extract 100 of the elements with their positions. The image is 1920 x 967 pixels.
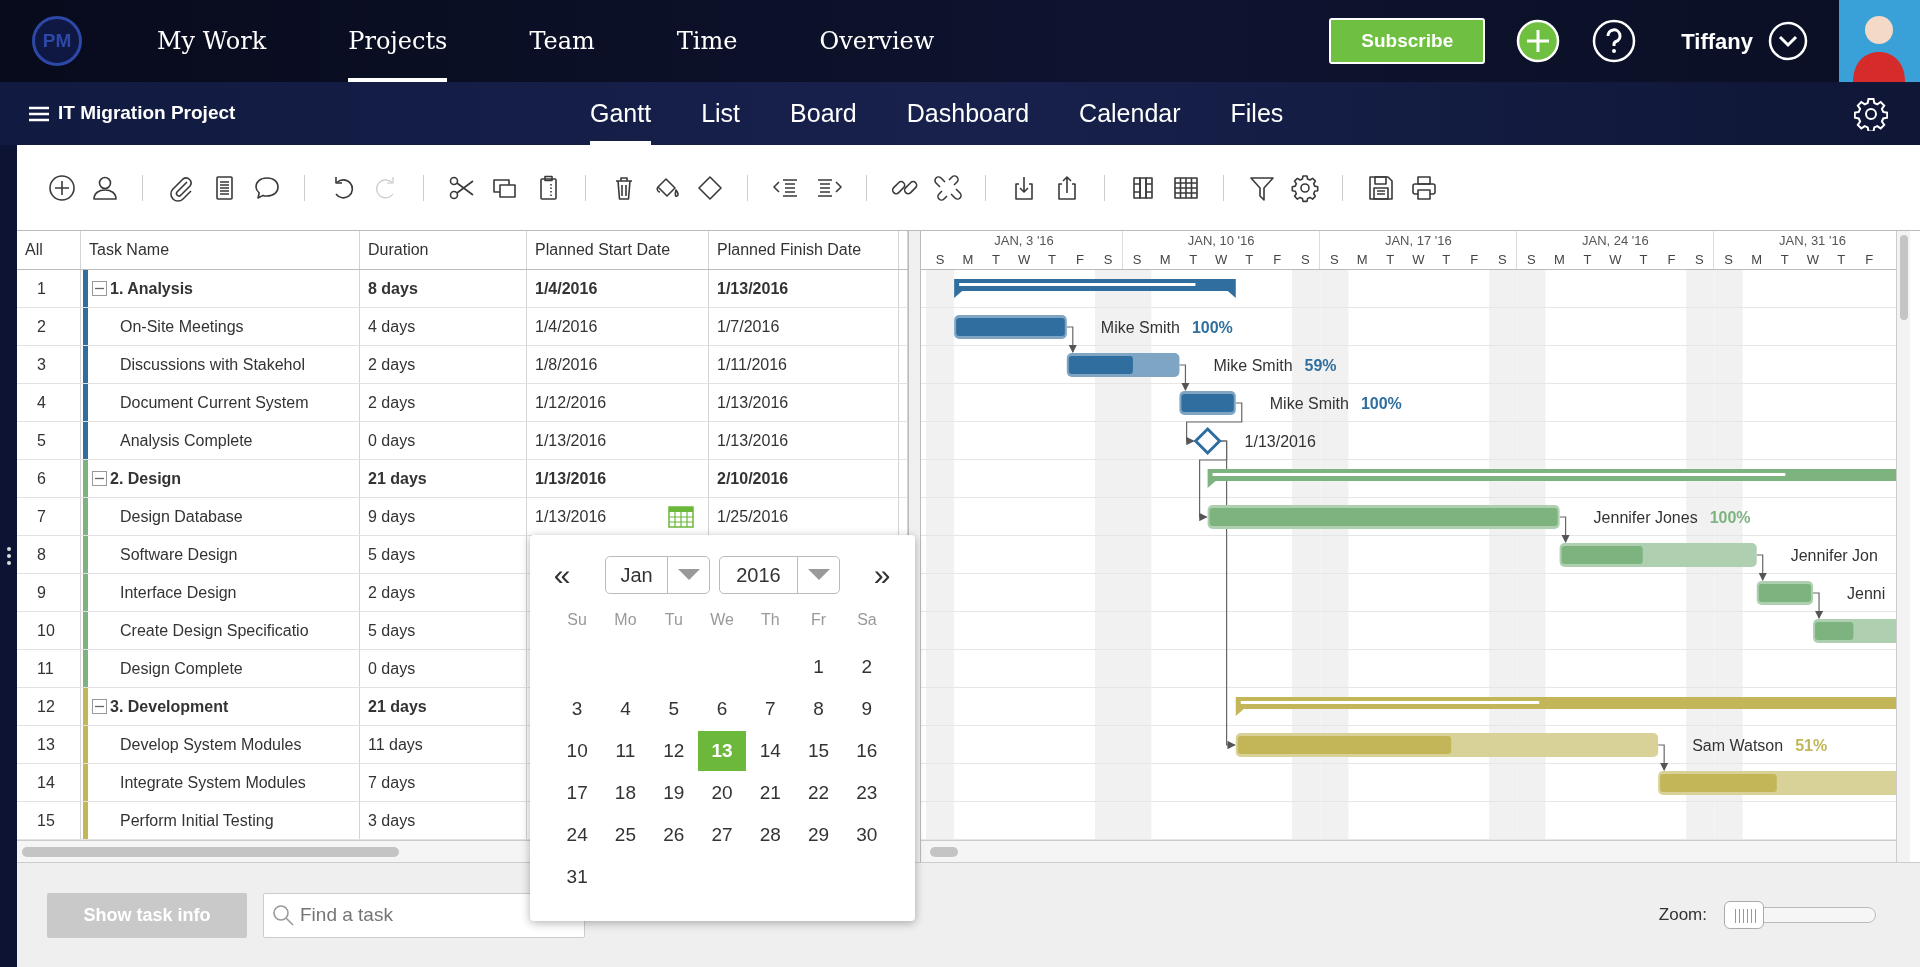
calendar-day[interactable]: 15 (794, 731, 843, 771)
calendar-day[interactable]: 19 (649, 773, 698, 813)
year-select[interactable]: 2016 (719, 556, 840, 594)
row-number: 14 (17, 764, 81, 801)
unlink-icon[interactable] (932, 172, 963, 203)
user-name[interactable]: Tiffany (1681, 24, 1753, 58)
day-letter: F (1666, 251, 1677, 269)
connector-arrow (1657, 744, 1669, 772)
calendar-day[interactable]: 23 (842, 773, 891, 813)
caret-icon (807, 569, 830, 581)
scrollbar-thumb[interactable] (1899, 235, 1908, 320)
calendar-day[interactable]: 12 (649, 731, 698, 771)
previous-month-button[interactable]: « (547, 558, 577, 592)
calendar-day[interactable]: 7 (746, 689, 795, 729)
calendar-day[interactable]: 17 (553, 773, 602, 813)
finish-date-cell-text: 1/13/2016 (717, 278, 789, 299)
calendar-day[interactable]: 25 (601, 815, 650, 855)
resource-name: Sam Watson (1692, 737, 1784, 754)
drag-handle-icon[interactable] (6, 546, 11, 566)
calendar-day[interactable]: 2 (842, 647, 891, 687)
view-tab[interactable]: List (701, 82, 741, 145)
column-header[interactable]: All (17, 231, 81, 269)
day-letter: S (934, 251, 946, 269)
connector-arrow (1756, 554, 1767, 582)
view-tab[interactable]: Board (790, 82, 857, 145)
nav-link[interactable]: My Work (157, 0, 267, 82)
calendar-day[interactable]: 11 (601, 731, 650, 771)
view-tab[interactable]: Dashboard (906, 82, 1030, 145)
calendar-day[interactable]: 20 (697, 773, 747, 813)
column-header[interactable]: Planned Start Date (527, 231, 709, 269)
weekday-label: We (709, 610, 735, 630)
day-letter: F (1864, 251, 1875, 269)
finish-date-cell-text: 1/7/2016 (717, 316, 780, 337)
nav-link[interactable]: Time (676, 0, 738, 82)
settings-icon[interactable] (1854, 96, 1888, 131)
menu-icon[interactable] (29, 105, 49, 122)
row-number: 10 (17, 612, 81, 649)
calendar-day[interactable]: 27 (697, 815, 747, 855)
nav-link[interactable]: Team (529, 0, 595, 82)
calendar-day[interactable]: 16 (842, 731, 891, 771)
column-header[interactable]: Task Name (81, 231, 360, 269)
calendar-day[interactable]: 5 (649, 689, 698, 729)
connector-arrow (1178, 364, 1190, 392)
nav-link[interactable]: Projects (348, 0, 448, 82)
start-date-cell-text: 1/4/2016 (535, 278, 598, 299)
view-tab[interactable]: Calendar (1079, 82, 1181, 145)
column-header[interactable]: Duration (360, 231, 527, 269)
add-icon[interactable] (1516, 19, 1561, 63)
zoom-slider[interactable] (1724, 901, 1876, 929)
calendar-day[interactable]: 9 (842, 689, 891, 729)
calendar-day[interactable]: 29 (794, 815, 843, 855)
next-month-button[interactable]: » (867, 558, 897, 592)
calendar-day[interactable]: 8 (794, 689, 843, 729)
day-letter: S (1497, 251, 1508, 269)
scrollbar-thumb[interactable] (22, 846, 399, 857)
calendar-day[interactable]: 30 (842, 815, 891, 855)
month-select[interactable]: Jan (605, 556, 710, 594)
calendar-day[interactable]: 26 (649, 815, 698, 855)
calendar-day[interactable]: 22 (794, 773, 843, 813)
calendar-day[interactable]: 6 (697, 689, 747, 729)
calendar-day[interactable]: 21 (746, 773, 795, 813)
chevron-down-icon[interactable] (1768, 21, 1808, 61)
row-number: 13 (17, 726, 81, 763)
collapse-icon[interactable] (92, 699, 107, 714)
row-number: 1 (17, 270, 81, 307)
calendar-day[interactable]: 3 (553, 689, 602, 729)
weekday-label: Fr (810, 610, 828, 630)
day-letter: T (1188, 251, 1199, 269)
day-letter: M (1750, 251, 1764, 269)
calendar-day[interactable]: 4 (601, 689, 650, 729)
resource-name: Mike Smith (1213, 357, 1293, 374)
calendar-day[interactable]: 10 (553, 731, 602, 771)
task-bar[interactable] (1066, 353, 1180, 377)
view-tab[interactable]: Gantt (590, 82, 652, 145)
help-icon[interactable] (1592, 19, 1637, 63)
summary-bar[interactable] (954, 279, 1236, 298)
collapse-icon[interactable] (92, 471, 107, 486)
nav-link[interactable]: Overview (819, 0, 935, 82)
day-letter: S (1328, 251, 1340, 269)
row-number: 3 (17, 346, 81, 383)
scrollbar-thumb[interactable] (930, 846, 958, 857)
calendar-day[interactable]: 28 (746, 815, 795, 855)
day-letter: S (1131, 251, 1143, 269)
calendar-day[interactable]: 1 (794, 647, 843, 687)
resource-name: Jennifer Jones (1593, 509, 1698, 526)
view-tab[interactable]: Files (1230, 82, 1284, 145)
gear-icon[interactable] (1289, 172, 1320, 203)
calendar-day[interactable]: 14 (746, 731, 795, 771)
slider-thumb[interactable] (1724, 901, 1764, 929)
milestone-diamond[interactable] (1193, 426, 1222, 456)
finish-date-cell-text: 2/10/2016 (717, 468, 789, 489)
calendar-day[interactable]: 18 (601, 773, 650, 813)
resource-name: Jenni (1847, 585, 1886, 602)
add-icon[interactable] (46, 172, 77, 203)
column-header[interactable]: Planned Finish Date (709, 231, 899, 269)
avatar-placeholder[interactable] (1839, 0, 1920, 82)
day-letter: W (1411, 251, 1426, 269)
calendar-day[interactable]: 24 (553, 815, 602, 855)
row-number: 2 (17, 308, 81, 345)
collapse-icon[interactable] (92, 281, 107, 296)
